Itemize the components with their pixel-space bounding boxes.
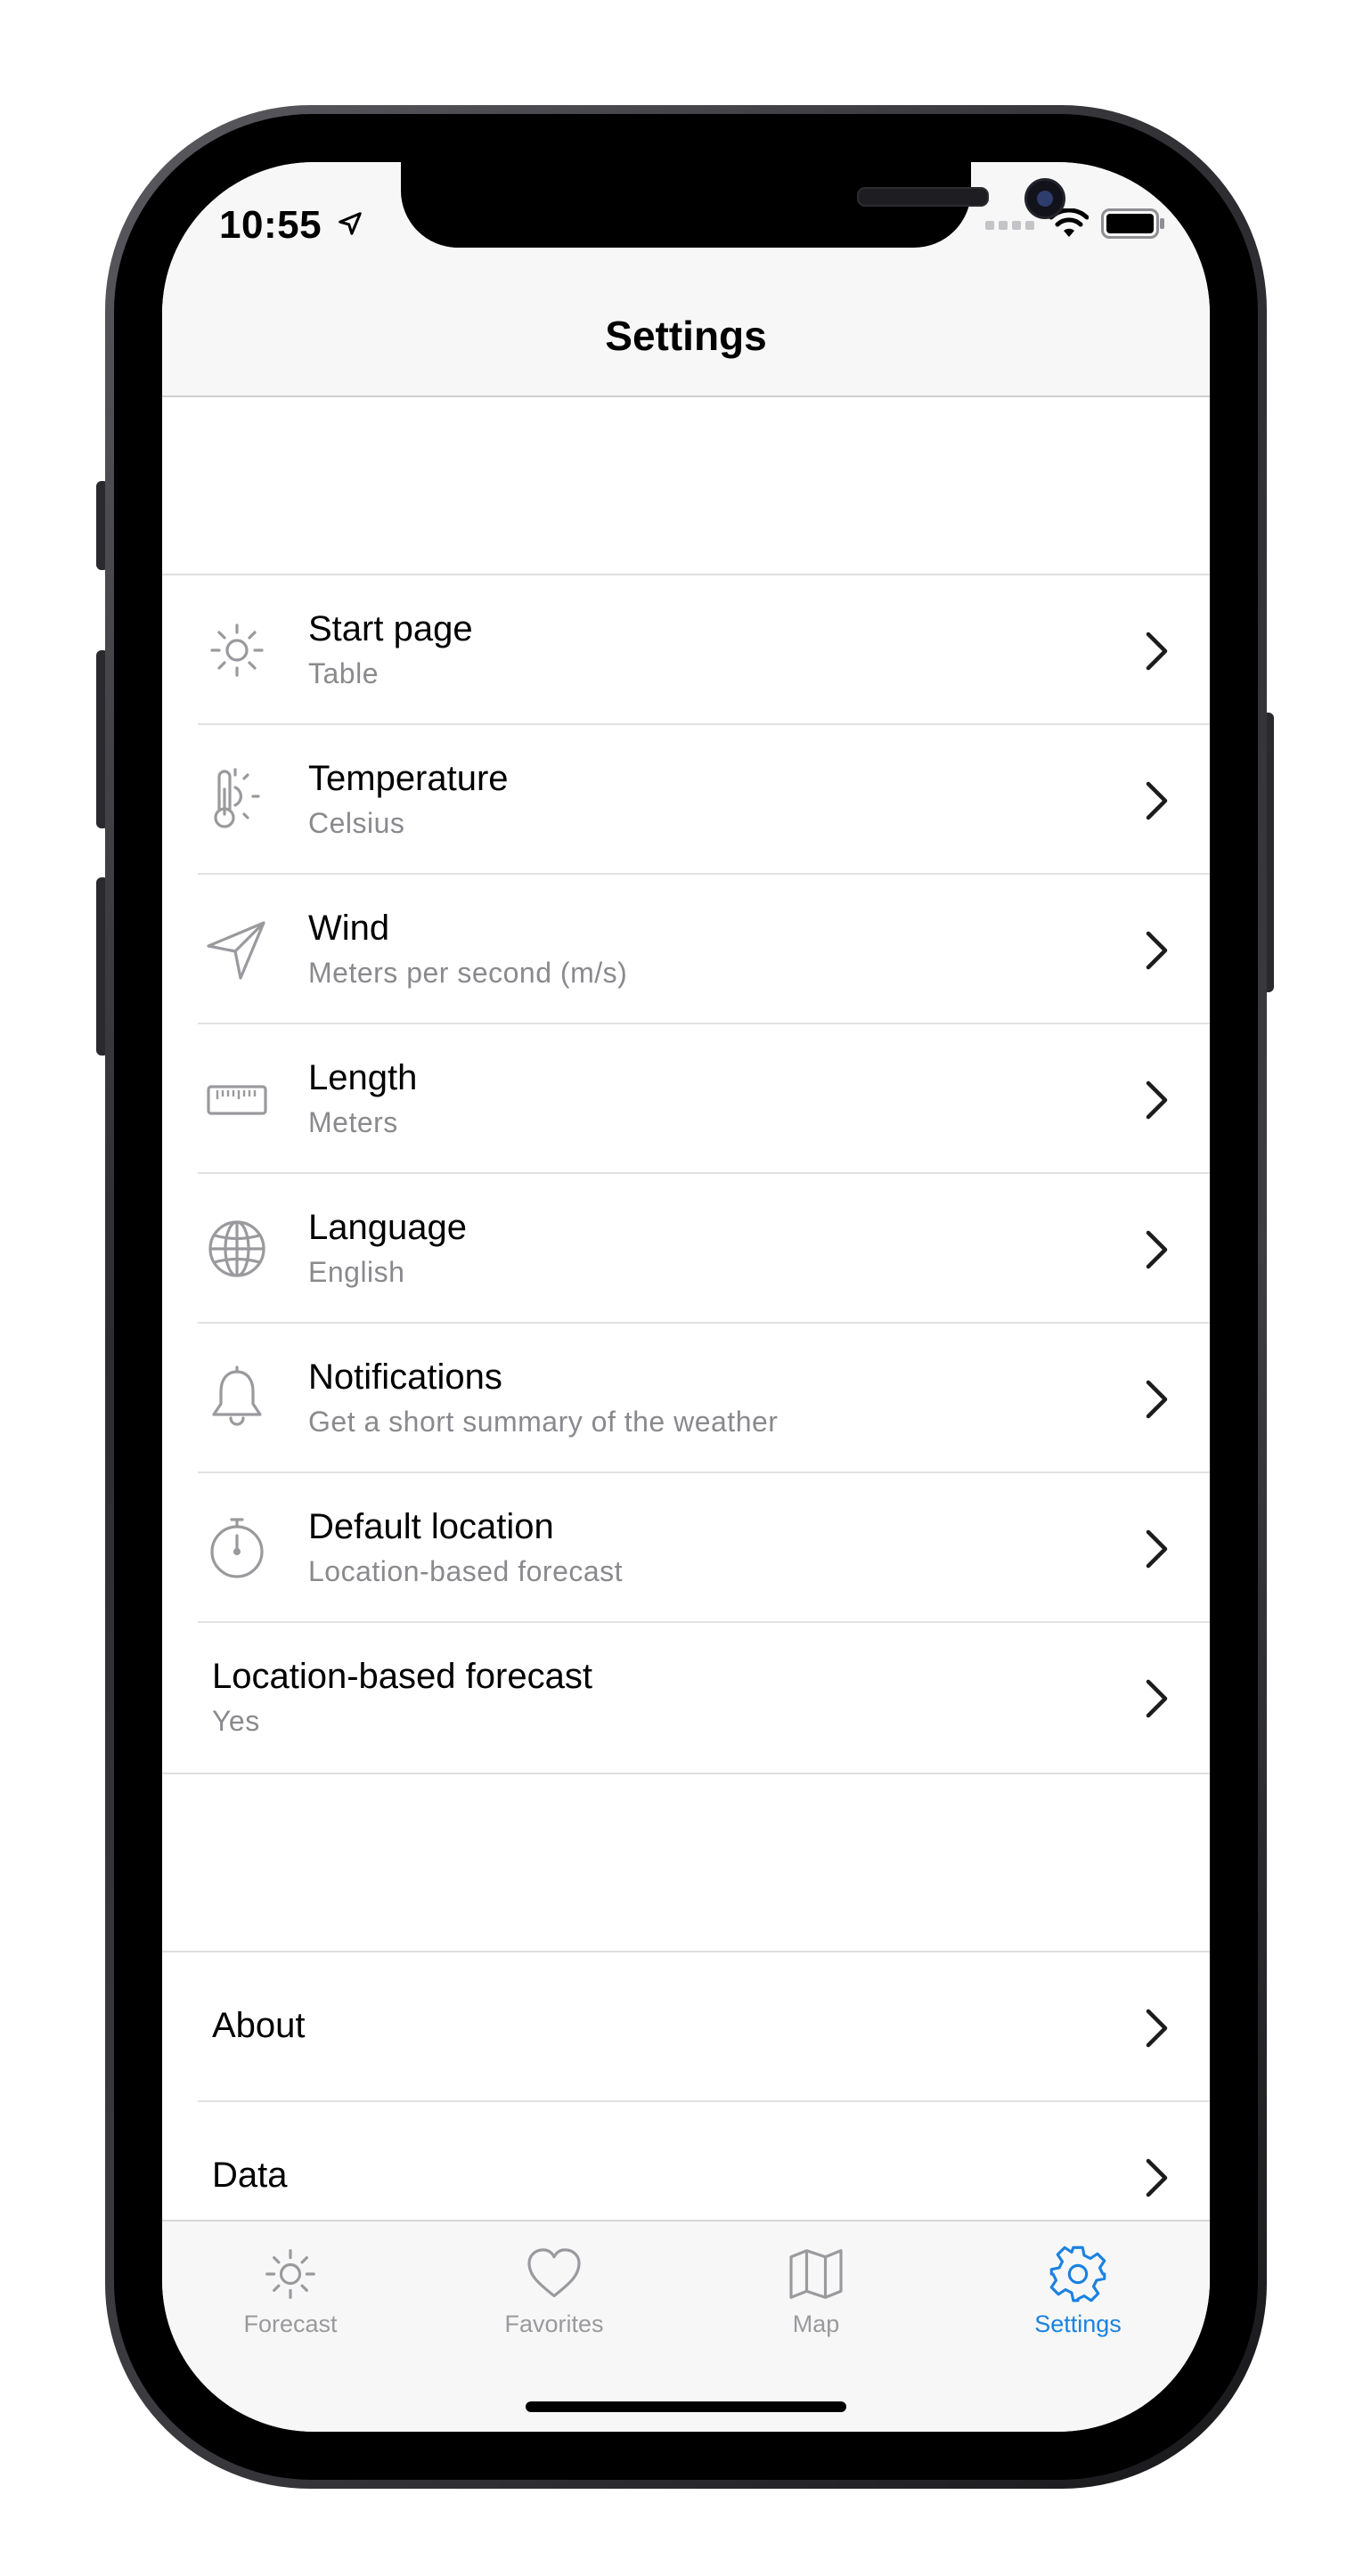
- tab-label: Forecast: [243, 2311, 338, 2337]
- row-title: Default location: [308, 1507, 554, 1546]
- settings-row-notifications[interactable]: Notifications Get a short summary of the…: [162, 1324, 1210, 1473]
- cellular-signal-icon: [985, 221, 1034, 230]
- tab-favorites[interactable]: Favorites: [456, 2243, 652, 2338]
- row-subtitle: Table: [308, 657, 379, 689]
- settings-row-wind[interactable]: Wind Meters per second (m/s): [162, 875, 1210, 1024]
- chevron-right-icon: [1146, 2158, 1168, 2197]
- row-subtitle: Meters per second (m/s): [308, 957, 628, 989]
- row-title: Data: [212, 2156, 288, 2195]
- status-time: 10:55: [219, 203, 322, 247]
- settings-row-start-page[interactable]: Start page Table: [162, 575, 1210, 725]
- home-indicator: [526, 2401, 846, 2412]
- page-title: Settings: [605, 313, 767, 359]
- notch: [401, 162, 1065, 248]
- front-camera: [1024, 178, 1065, 219]
- tab-bar: Forecast Favorites Map Settings: [162, 2220, 1210, 2432]
- tab-settings[interactable]: Settings: [980, 2243, 1176, 2338]
- tab-label: Settings: [1034, 2311, 1122, 2337]
- map-icon: [789, 2249, 843, 2299]
- tab-label: Map: [792, 2311, 840, 2337]
- tab-map[interactable]: Map: [718, 2243, 914, 2338]
- row-title: About: [212, 2006, 306, 2045]
- row-title: Location-based forecast: [212, 1657, 592, 1696]
- row-subtitle: Location-based forecast: [308, 1555, 624, 1587]
- row-subtitle: English: [308, 1256, 405, 1288]
- chevron-right-icon: [1146, 781, 1168, 820]
- ruler-icon: [207, 1085, 267, 1115]
- chevron-right-icon: [1146, 2009, 1168, 2048]
- phone-screen: 10:55 Settings Start page Table Temperat…: [162, 162, 1210, 2432]
- location-arrow-icon: [339, 212, 362, 235]
- battery-icon: [1101, 208, 1164, 239]
- heart-icon: [527, 2248, 581, 2298]
- row-title: Length: [308, 1058, 418, 1097]
- sun-icon: [210, 624, 264, 677]
- row-subtitle: Celsius: [308, 807, 405, 839]
- row-title: Language: [308, 1208, 467, 1247]
- row-title: Wind: [308, 909, 390, 948]
- sun-icon: [265, 2249, 315, 2299]
- chevron-right-icon: [1146, 632, 1168, 671]
- chevron-right-icon: [1146, 1230, 1168, 1269]
- speaker-grille: [857, 187, 989, 207]
- settings-row-language[interactable]: Language English: [162, 1174, 1210, 1324]
- chevron-right-icon: [1146, 1529, 1168, 1569]
- tab-forecast[interactable]: Forecast: [192, 2243, 388, 2338]
- settings-row-about[interactable]: About: [162, 1952, 1210, 2102]
- settings-list: Start page Table Temperature Celsius Win…: [162, 397, 1210, 2432]
- settings-row-length[interactable]: Length Meters: [162, 1024, 1210, 1174]
- status-indicators: [985, 208, 1165, 239]
- globe-icon: [208, 1220, 265, 1277]
- row-title: Start page: [308, 609, 473, 648]
- row-subtitle: Meters: [308, 1106, 398, 1138]
- row-subtitle: Yes: [212, 1705, 260, 1737]
- navigation-arrow-icon: [207, 921, 265, 980]
- settings-row-location-based-forecast[interactable]: Location-based forecast Yes: [162, 1623, 1210, 1773]
- chevron-right-icon: [1146, 1679, 1168, 1718]
- settings-row-default-location[interactable]: Default location Location-based forecast: [162, 1473, 1210, 1623]
- row-title: Temperature: [308, 759, 509, 798]
- gear-icon: [1049, 2246, 1106, 2303]
- bell-icon: [212, 1365, 262, 1426]
- row-subtitle: Get a short summary of the weather: [308, 1406, 779, 1438]
- chevron-right-icon: [1146, 1380, 1168, 1419]
- thermometer-icon: [214, 768, 260, 828]
- row-title: Notifications: [308, 1357, 502, 1397]
- chevron-right-icon: [1146, 931, 1168, 970]
- settings-row-temperature[interactable]: Temperature Celsius: [162, 725, 1210, 875]
- tab-label: Favorites: [504, 2311, 604, 2337]
- stopwatch-icon: [210, 1518, 264, 1578]
- chevron-right-icon: [1146, 1080, 1168, 1120]
